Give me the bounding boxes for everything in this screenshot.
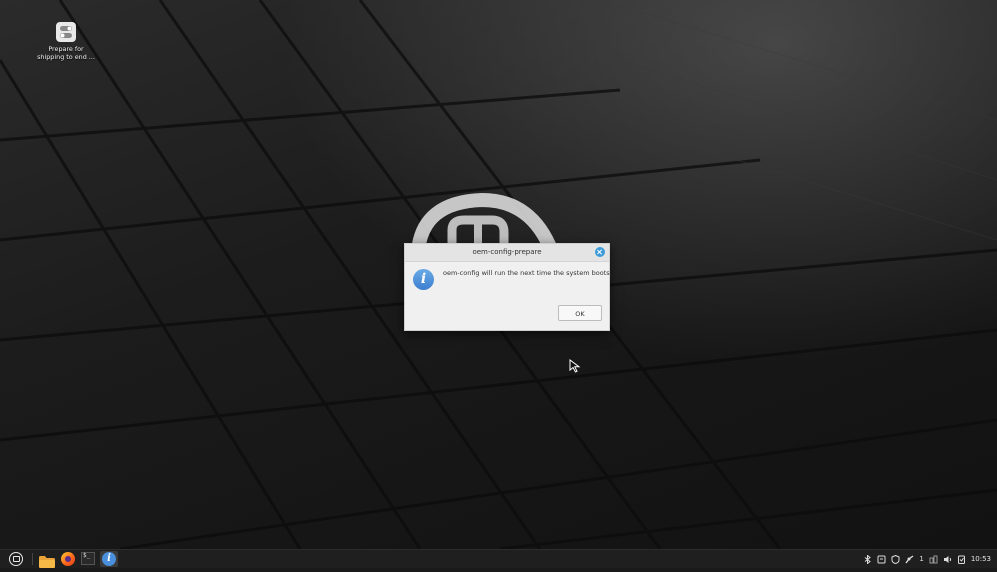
desktop-icon-label: Prepare for shipping to end ...: [37, 45, 95, 61]
bluetooth-icon[interactable]: [863, 553, 872, 565]
update-manager-icon[interactable]: [957, 555, 966, 564]
taskbar: $_ i 1 10:53: [0, 549, 997, 568]
desktop[interactable]: Prepare for shipping to end ... oem-conf…: [0, 0, 997, 549]
desktop-icon-prepare-shipping[interactable]: Prepare for shipping to end ...: [36, 22, 96, 61]
shield-icon[interactable]: [891, 554, 900, 564]
clipboard-icon[interactable]: [877, 555, 886, 564]
info-icon: i: [413, 269, 434, 290]
system-tray: 1 10:53: [863, 553, 991, 565]
folder-icon[interactable]: [39, 553, 55, 568]
mint-menu-icon[interactable]: [9, 552, 23, 566]
ok-button[interactable]: OK: [558, 305, 602, 321]
taskbar-separator: [32, 553, 33, 565]
dialog-titlebar[interactable]: oem-config-prepare: [405, 244, 609, 262]
close-icon[interactable]: [595, 247, 605, 257]
dialog-message: oem-config will run the next time the sy…: [443, 269, 612, 277]
volume-icon[interactable]: [943, 555, 952, 564]
network-icon[interactable]: [929, 555, 938, 564]
taskbar-window-info[interactable]: i: [100, 551, 118, 567]
mouse-pointer-icon: [569, 359, 581, 373]
clock[interactable]: 10:53: [971, 555, 991, 563]
firefox-icon[interactable]: [61, 552, 75, 566]
info-icon: i: [102, 552, 116, 566]
dialog-title: oem-config-prepare: [472, 248, 542, 256]
info-dialog: oem-config-prepare i oem-config will run…: [404, 243, 612, 331]
workspace-icon[interactable]: [905, 554, 914, 564]
toggle-settings-icon: [56, 22, 76, 42]
workspace-number[interactable]: 1: [919, 555, 923, 563]
terminal-icon[interactable]: $_: [81, 552, 95, 565]
